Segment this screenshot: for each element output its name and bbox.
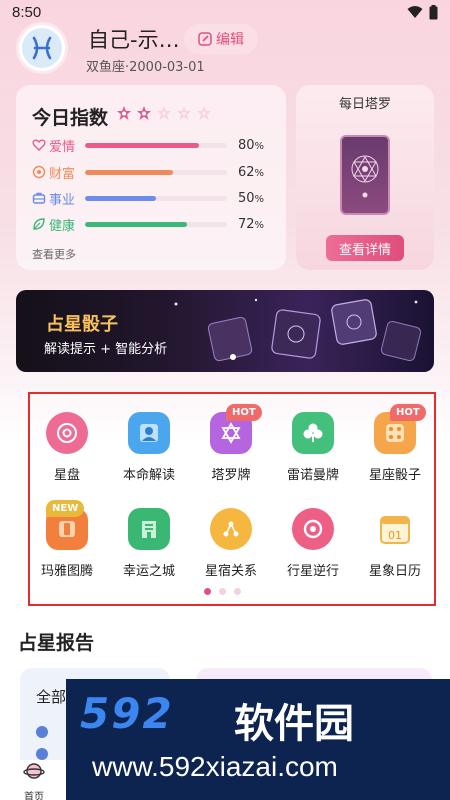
star-empty-icon [157,106,171,120]
index-label: 事业 [49,192,76,208]
feature-maya-totem[interactable]: NEW 玛雅图腾 [26,500,108,588]
view-details-button[interactable]: 查看详情 [326,235,404,261]
hot-badge: HOT [390,404,426,421]
profile-header: 自己-示… 编辑 双鱼座·2000-03-01 [16,22,436,78]
astrolabe-icon [46,412,88,454]
index-bar-fill [85,142,199,148]
planet-icon [292,508,334,550]
report-card-title: 全部 [36,688,67,706]
check-icon [36,748,48,760]
watermark-digits: 592 [80,689,174,738]
feature-lucky-city[interactable]: 幸运之城 [108,508,190,588]
feature-astrolabe[interactable]: 星盘 [26,412,108,492]
tarot-card-image[interactable] [340,135,390,215]
today-index-title: 今日指数 [32,107,109,129]
feature-pager [204,588,241,595]
index-row-career: 事业 50% [32,188,278,208]
pisces-icon [32,36,52,60]
heart-icon [32,139,46,151]
svg-text:01: 01 [388,529,402,542]
index-value: 62% [238,164,265,180]
portrait-icon [128,412,170,454]
check-icon [36,726,48,738]
watermark-url: www.592xiazai.com [92,751,338,782]
edit-label: 编辑 [216,32,244,48]
status-bar: 8:50 [0,0,450,24]
index-value: 72% [238,216,265,232]
index-bar-fill [85,221,188,227]
index-value: 80% [238,137,265,153]
index-label: 健康 [49,218,76,234]
rating-stars [116,105,212,121]
feature-lenormand[interactable]: 雷诺曼牌 [272,412,354,492]
feature-tarot[interactable]: HOT 塔罗牌 [190,404,272,492]
calendar-icon: 01 [374,508,416,550]
daily-tarot-card[interactable]: 每日塔罗 查看详情 [296,85,434,270]
astro-report-title: 占星报告 [18,632,95,654]
planet-home-icon [23,763,45,779]
relation-icon [210,508,252,550]
briefcase-icon [32,192,46,204]
tarot-sigil-icon [351,155,379,198]
feature-planet-retrograde[interactable]: 行星逆行 [272,508,354,588]
profile-name: 自己-示… [88,28,180,52]
status-time: 8:50 [12,3,42,21]
index-row-wealth: 财富 62% [32,162,278,182]
feature-zodiac-dice[interactable]: HOT 星座骰子 [354,404,436,492]
star-filled-icon [117,106,131,120]
index-row-love: 爱情 80% [32,135,278,155]
banner-title: 占星骰子 [46,314,118,335]
feature-label: 星象日历 [368,564,421,579]
daily-tarot-title: 每日塔罗 [338,97,391,112]
wifi-icon [407,6,423,18]
pager-dot[interactable] [219,588,226,595]
pager-dot-active[interactable] [204,588,211,595]
today-index-card[interactable]: 今日指数 爱情 80% 财富 62% 事业 50% 健康 72% 查看更多 [16,85,286,270]
zodiac-birthdate: 双鱼座·2000-03-01 [86,60,205,75]
bottom-tabbar: 首页 [0,760,66,800]
edit-icon [198,32,212,46]
banner-pager-dot [230,354,236,360]
watermark-overlay: 592 软件园 www.592xiazai.com [66,679,450,800]
clover-icon [292,412,334,454]
watermark-text: 软件园 [234,701,354,747]
feature-astro-calendar[interactable]: 01 星象日历 [354,508,436,588]
index-bar-fill [85,169,174,175]
feature-natal-reading[interactable]: 本命解读 [108,412,190,492]
avatar[interactable] [16,22,68,74]
star-filled-icon [137,106,151,120]
index-label: 爱情 [49,139,76,155]
feature-grid: 星盘 本命解读 HOT 塔罗牌 雷诺曼牌 HOT 星座骰子 NEW 玛雅图腾 幸… [28,392,436,606]
battery-icon [429,4,438,19]
coin-icon [32,165,46,179]
astro-dice-banner[interactable]: 占星骰子 解读提示 + 智能分析 [16,290,434,372]
index-value: 50% [238,190,265,206]
feature-constellation-relation[interactable]: 星宿关系 [190,508,272,588]
tab-home-label: 首页 [24,792,44,800]
hot-badge: HOT [226,404,262,421]
index-bar-fill [85,195,156,201]
city-icon [128,508,170,550]
pager-dot[interactable] [234,588,241,595]
index-row-health: 健康 72% [32,214,278,234]
edit-profile-button[interactable]: 编辑 [184,24,258,54]
tab-home[interactable]: 首页 [14,760,54,800]
new-badge: NEW [46,500,85,517]
system-icons [407,4,438,20]
feature-label: 星座骰子 [368,468,421,483]
view-more-link[interactable]: 查看更多 [32,246,76,262]
leaf-icon [33,218,45,230]
index-label: 财富 [49,166,76,182]
banner-subtitle: 解读提示 + 智能分析 [44,342,168,357]
star-empty-icon [177,106,191,120]
star-empty-icon [197,106,211,120]
